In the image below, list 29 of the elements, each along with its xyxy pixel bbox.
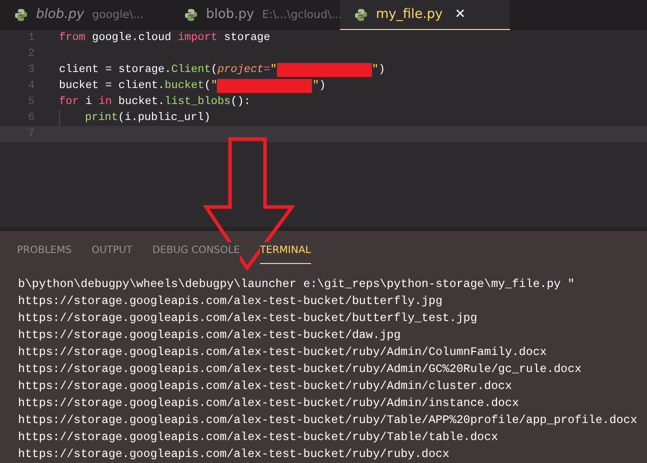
terminal-line: https://storage.googleapis.com/alex-test-bucket/ruby/Admin/instance.docx	[18, 396, 520, 412]
code-line: from google.cloud import storage	[59, 30, 270, 46]
code-line: print(i.public_url)	[85, 110, 210, 126]
editor-tab[interactable]: blob.py google\...	[0, 0, 170, 30]
tab-label: blob.py	[206, 6, 254, 24]
close-icon[interactable]: ✕	[454, 4, 466, 24]
terminal-line: https://storage.googleapis.com/alex-test-bucket/butterfly.jpg	[18, 294, 444, 310]
terminal-line: https://storage.googleapis.com/alex-test-bucket/ruby/ruby.docx	[18, 447, 450, 463]
terminal-line: https://storage.googleapis.com/alex-test-bucket/ruby/Admin/cluster.docx	[18, 379, 513, 395]
terminal-line: https://storage.googleapis.com/alex-test-bucket/ruby/Table/table.docx	[18, 430, 500, 446]
code-line: client = storage.Client(project=" ")	[59, 62, 386, 78]
tab-description: google\...	[92, 6, 144, 23]
tab-label: blob.py	[36, 6, 84, 24]
terminal-line: b\python\debugpy\wheels\debugpy\launcher e:\git_reps\python-storage\my_file.py "	[18, 277, 576, 293]
tab-description: E:\...\gcloud\...	[262, 6, 342, 23]
python-icon	[14, 8, 28, 22]
python-icon	[354, 8, 368, 22]
editor-tab[interactable]: blob.py E:\...\gcloud\...	[170, 0, 340, 30]
panel-tab[interactable]: DEBUG CONSOLE	[152, 242, 240, 264]
terminal-line: https://storage.googleapis.com/alex-test-bucket/ruby/Table/APP%20profile/app_profile.docx	[18, 413, 638, 429]
terminal-line: https://storage.googleapis.com/alex-test-bucket/ruby/Admin/GC%20Rule/gc_rule.docx	[18, 362, 583, 378]
python-icon	[184, 8, 198, 22]
terminal-line: https://storage.googleapis.com/alex-test-bucket/daw.jpg	[18, 328, 402, 344]
terminal-line: https://storage.googleapis.com/alex-test-bucket/ruby/Admin/ColumnFamily.docx	[18, 345, 548, 361]
code-line: bucket = client.bucket(" ")	[59, 78, 326, 94]
code-line: for i in bucket.list_blobs():	[59, 94, 250, 110]
terminal-line: https://storage.googleapis.com/alex-test-bucket/butterfly_test.jpg	[18, 311, 478, 327]
tab-label: my_file.py	[376, 6, 443, 24]
editor-tab[interactable]: my_file.py ✕	[340, 0, 510, 30]
